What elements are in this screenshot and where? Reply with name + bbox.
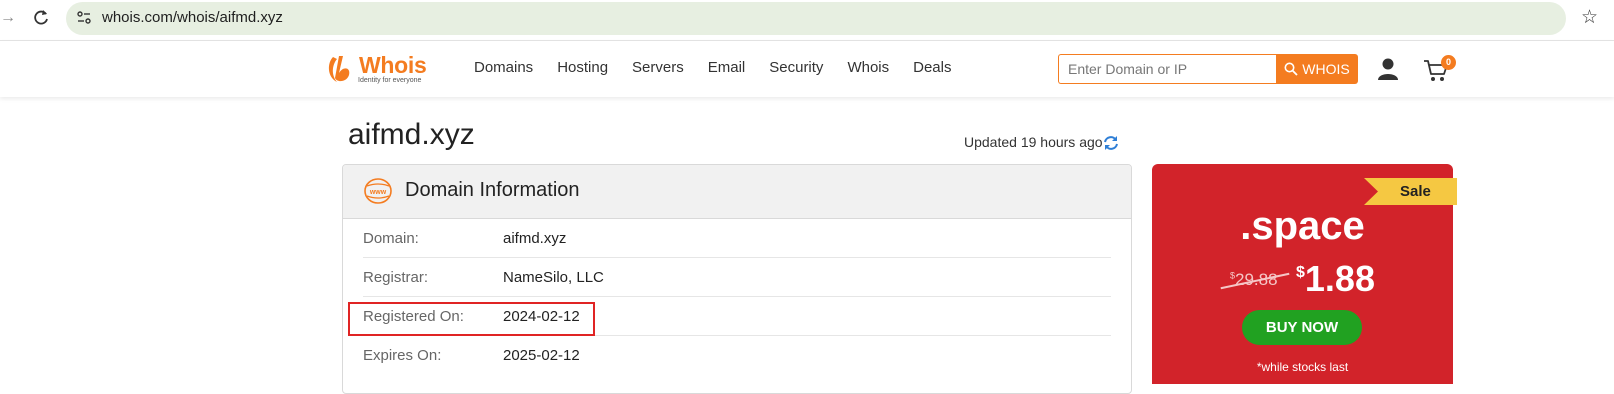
nav-item-hosting[interactable]: Hosting — [557, 59, 608, 76]
bookmark-star-icon[interactable]: ☆ — [1581, 6, 1598, 29]
site-header: Whois Identity for everyone Domains Host… — [0, 41, 1614, 97]
row-label: Registrar: — [363, 269, 429, 286]
panel-header: www Domain Information — [343, 165, 1131, 219]
sale-ribbon: Sale — [1364, 178, 1457, 205]
domain-search-input[interactable] — [1058, 54, 1276, 84]
info-rows: Domain: aifmd.xyz Registrar: NameSilo, L… — [343, 219, 1131, 375]
main-nav: Domains Hosting Servers Email Security W… — [474, 59, 975, 76]
back-arrow-icon[interactable]: → — [0, 8, 16, 28]
nav-item-security[interactable]: Security — [769, 59, 823, 76]
nav-item-deals[interactable]: Deals — [913, 59, 951, 76]
url-text[interactable]: whois.com/whois/aifmd.xyz — [102, 9, 283, 26]
refresh-icon[interactable] — [1102, 134, 1120, 152]
info-row-registrar: Registrar: NameSilo, LLC — [363, 258, 1111, 297]
sale-tld: .space — [1240, 204, 1365, 248]
new-price: $1.88 — [1296, 258, 1375, 300]
new-price-value: 1.88 — [1304, 258, 1375, 299]
address-bar[interactable]: whois.com/whois/aifmd.xyz — [66, 2, 1566, 35]
logo-mark-icon — [328, 56, 350, 82]
site-info-icon[interactable] — [76, 10, 92, 26]
browser-toolbar: → whois.com/whois/aifmd.xyz ☆ — [0, 0, 1614, 41]
search-icon — [1284, 62, 1298, 76]
cart-count-badge: 0 — [1441, 55, 1456, 70]
logo-tagline: Identity for everyone — [358, 77, 422, 84]
reload-icon[interactable] — [31, 8, 51, 28]
row-label: Expires On: — [363, 347, 442, 364]
row-value: 2024-02-12 — [503, 308, 580, 325]
nav-item-email[interactable]: Email — [708, 59, 746, 76]
row-label: Domain: — [363, 230, 419, 247]
whois-search-button[interactable]: WHOIS — [1276, 54, 1358, 84]
info-row-expires-on: Expires On: 2025-02-12 — [363, 336, 1111, 375]
stock-note: *while stocks last — [1256, 360, 1349, 374]
cart-button[interactable]: 0 — [1423, 55, 1456, 85]
www-globe-icon: www — [364, 178, 392, 204]
info-row-registered-on: Registered On: 2024-02-12 — [363, 297, 1111, 336]
nav-item-servers[interactable]: Servers — [632, 59, 684, 76]
new-price-currency: $ — [1296, 264, 1305, 281]
buy-now-button[interactable]: BUY NOW — [1242, 310, 1362, 345]
sale-ribbon-label: Sale — [1400, 183, 1431, 200]
panel-title: Domain Information — [405, 179, 580, 201]
whois-logo[interactable]: Whois Identity for everyone — [325, 51, 445, 87]
nav-item-whois[interactable]: Whois — [847, 59, 889, 76]
info-row-domain: Domain: aifmd.xyz — [363, 219, 1111, 258]
row-label: Registered On: — [363, 308, 464, 325]
row-value: 2025-02-12 — [503, 347, 580, 364]
row-value: aifmd.xyz — [503, 230, 567, 247]
search-button-label: WHOIS — [1302, 61, 1350, 77]
page-title: aifmd.xyz — [348, 118, 475, 151]
logo-text: Whois — [359, 52, 427, 78]
domain-info-panel: www Domain Information Domain: aifmd.xyz… — [342, 164, 1132, 394]
svg-text:www: www — [369, 189, 387, 196]
updated-timestamp: Updated 19 hours ago — [964, 134, 1103, 150]
user-account-icon[interactable] — [1377, 57, 1399, 81]
row-value: NameSilo, LLC — [503, 269, 604, 286]
nav-item-domains[interactable]: Domains — [474, 59, 533, 76]
